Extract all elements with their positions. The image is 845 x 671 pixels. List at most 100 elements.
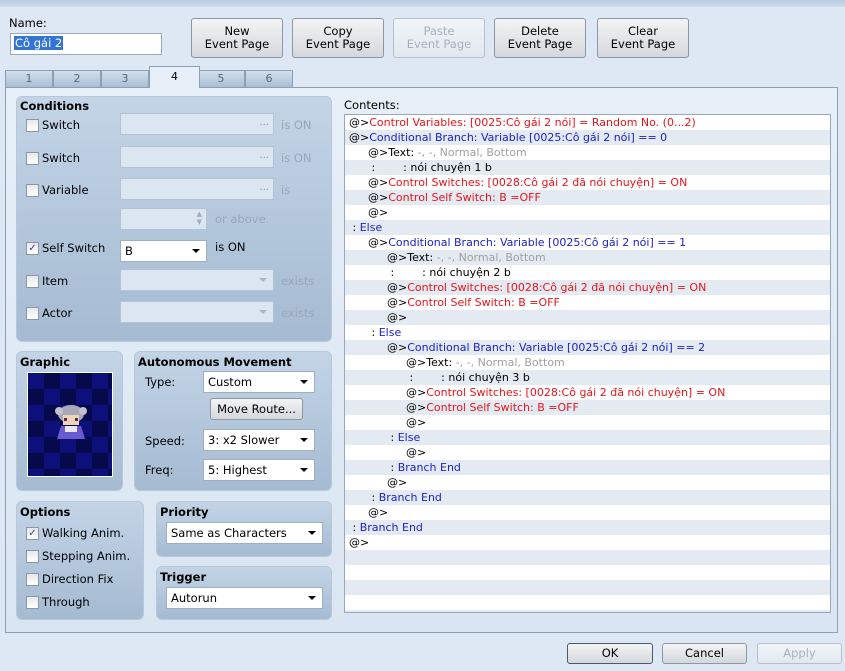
toolbar-button-clear[interactable]: Clear Event Page	[597, 18, 689, 58]
item-select[interactable]	[120, 269, 274, 291]
command-row[interactable]: : : nói chuyện 1 b	[345, 160, 830, 175]
option-checkbox-0[interactable]: ✓	[26, 527, 39, 540]
toolbar-button-paste[interactable]: Paste Event Page	[393, 18, 485, 58]
option-label: Direction Fix	[42, 572, 114, 586]
item-checkbox[interactable]	[26, 275, 39, 288]
switch1-select[interactable]: ...	[120, 113, 274, 135]
switch2-select[interactable]: ...	[120, 146, 274, 168]
chevron-down-icon	[192, 249, 200, 253]
command-row[interactable]: @>Text: -, -, Normal, Bottom	[345, 145, 830, 160]
freq-select[interactable]: 5: Highest	[203, 459, 315, 481]
variable-suffix: is	[281, 183, 291, 197]
variable-checkbox[interactable]	[26, 184, 39, 197]
command-row[interactable]: @>Control Switches: [0028:Cô gái 2 đã nó…	[345, 175, 830, 190]
command-text: :	[387, 431, 398, 444]
command-text: Branch End	[397, 461, 461, 474]
command-row[interactable]: @>Control Self Switch: B =OFF	[345, 295, 830, 310]
switch2-suffix: is ON	[281, 151, 312, 165]
chevron-down-icon	[300, 380, 308, 384]
tab-page-6[interactable]: 6	[245, 70, 293, 88]
command-text: : : nói chuyện 2 b	[387, 266, 511, 279]
switch2-checkbox[interactable]	[26, 152, 39, 165]
ok-button[interactable]: OK	[567, 643, 653, 664]
ellipsis-icon: ...	[259, 117, 269, 128]
empty-row	[345, 610, 830, 612]
command-row[interactable]: : Else	[345, 325, 830, 340]
option-checkbox-3[interactable]	[26, 596, 39, 609]
command-text: @>Text:	[368, 146, 418, 159]
toolbar-button-copy[interactable]: Copy Event Page	[292, 18, 384, 58]
variable-value-spinner[interactable]: ▲ ▼	[120, 208, 207, 230]
actor-checkbox[interactable]	[26, 307, 39, 320]
command-row[interactable]: @>	[345, 415, 830, 430]
switch1-suffix: is ON	[281, 118, 312, 132]
command-text: : : nói chuyện 3 b	[406, 371, 530, 384]
command-row[interactable]: @>Conditional Branch: Variable [0025:Cô …	[345, 340, 830, 355]
command-row[interactable]: @>Control Variables: [0025:Cô gái 2 nói]…	[345, 115, 830, 130]
chevron-down-icon	[300, 438, 308, 442]
command-row[interactable]: : : nói chuyện 2 b	[345, 265, 830, 280]
movement-type-select[interactable]: Custom	[203, 371, 315, 393]
self-switch-checkbox[interactable]: ✓	[26, 242, 39, 255]
empty-row	[345, 595, 830, 610]
tab-page-1[interactable]: 1	[5, 70, 53, 88]
command-row[interactable]: @>Text: -, -, Normal, Bottom	[345, 250, 830, 265]
name-input[interactable]: Cô gái 2	[10, 33, 162, 55]
option-checkbox-1[interactable]	[26, 550, 39, 563]
command-text: @>	[368, 236, 389, 249]
tab-page-2[interactable]: 2	[53, 70, 101, 88]
command-text: @>	[387, 281, 408, 294]
command-text: :	[387, 461, 398, 474]
tab-page-5[interactable]: 5	[197, 70, 245, 88]
tab-page-3[interactable]: 3	[101, 70, 149, 88]
command-text: Control Variables: [0025:Cô gái 2 nói] =…	[369, 116, 696, 129]
switch1-checkbox[interactable]	[26, 119, 39, 132]
ellipsis-icon: ...	[259, 150, 269, 161]
self-switch-select[interactable]: B	[120, 240, 207, 262]
option-label: Walking Anim.	[42, 526, 125, 540]
command-row[interactable]: : Branch End	[345, 460, 830, 475]
command-row[interactable]: @>	[345, 505, 830, 520]
option-checkbox-2[interactable]	[26, 573, 39, 586]
apply-button[interactable]: Apply	[757, 643, 842, 664]
toolbar-button-delete[interactable]: Delete Event Page	[494, 18, 586, 58]
command-text: Conditional Branch: Variable [0025:Cô gá…	[388, 236, 687, 249]
command-text: Else	[397, 431, 421, 444]
command-row[interactable]: @>	[345, 310, 830, 325]
ellipsis-icon: ...	[259, 182, 269, 193]
graphic-title: Graphic	[20, 355, 71, 369]
toolbar-button-new[interactable]: New Event Page	[191, 18, 283, 58]
command-row[interactable]: @>	[345, 535, 830, 550]
command-row[interactable]: @>Text: -, -, Normal, Bottom	[345, 355, 830, 370]
command-row[interactable]: : : nói chuyện 3 b	[345, 370, 830, 385]
cancel-button[interactable]: Cancel	[662, 643, 747, 664]
event-commands-list[interactable]: @> Control Variables: [0025:Cô gái 2 nói]…	[344, 114, 831, 613]
move-route-button[interactable]: Move Route...	[210, 398, 303, 420]
tab-page-4[interactable]: 4	[149, 66, 200, 88]
button-label-line2: Event Page	[305, 37, 371, 51]
chevron-down-icon	[259, 278, 267, 282]
command-row[interactable]: @>Conditional Branch: Variable [0025:Cô …	[345, 235, 830, 250]
priority-select[interactable]: Same as Characters	[166, 522, 323, 544]
command-row[interactable]: @>Control Switches: [0028:Cô gái 2 đã nó…	[345, 280, 830, 295]
command-row[interactable]: @>Control Self Switch: B =OFF	[345, 400, 830, 415]
command-row[interactable]: @>	[345, 445, 830, 460]
command-row[interactable]: @>Control Switches: [0028:Cô gái 2 đã nó…	[345, 385, 830, 400]
command-row[interactable]: @>	[345, 205, 830, 220]
command-row[interactable]: : Branch End	[345, 520, 830, 535]
character-graphic[interactable]	[27, 372, 113, 477]
command-row[interactable]: : Branch End	[345, 490, 830, 505]
actor-select[interactable]	[120, 301, 274, 323]
command-text: @>	[406, 386, 427, 399]
command-row[interactable]: @>Control Self Switch: B =OFF	[345, 190, 830, 205]
command-row[interactable]: @>	[345, 475, 830, 490]
command-text: Control Switches: [0028:Cô gái 2 đã nói …	[388, 176, 688, 189]
command-row[interactable]: : Else	[345, 430, 830, 445]
trigger-select[interactable]: Autorun	[166, 587, 323, 609]
command-text: @>Text:	[406, 356, 456, 369]
command-row[interactable]: : Else	[345, 220, 830, 235]
variable-select[interactable]: ...	[120, 178, 274, 200]
name-label: Name:	[9, 16, 47, 30]
command-row[interactable]: @>Conditional Branch: Variable [0025:Cô …	[345, 130, 830, 145]
speed-select[interactable]: 3: x2 Slower	[203, 429, 315, 451]
